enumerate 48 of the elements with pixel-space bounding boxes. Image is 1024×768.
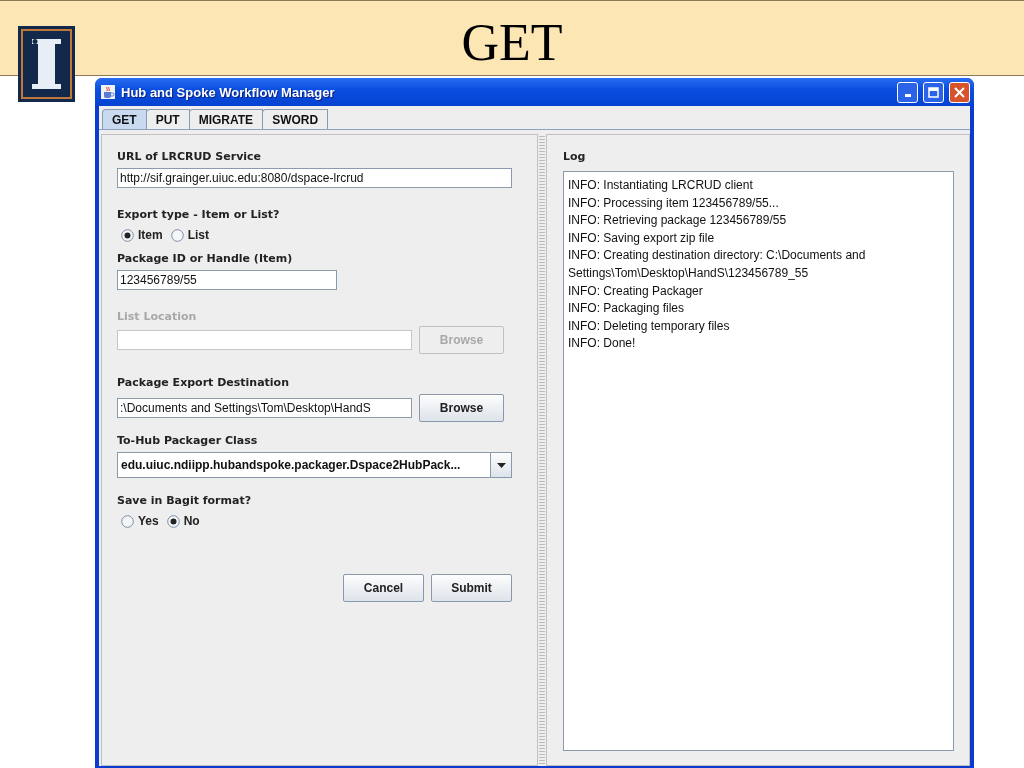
input-field[interactable]: http://sif.grainger.uiuc.edu:8080/dspace-lrcrud xyxy=(117,168,512,188)
maximize-icon xyxy=(928,86,939,98)
radio-option[interactable]: Item xyxy=(121,228,163,242)
log-label: Log xyxy=(563,150,587,164)
field-label: Save in Bagit format? xyxy=(117,494,253,508)
log-line: INFO: Done! xyxy=(568,335,636,353)
close-button[interactable] xyxy=(949,81,970,103)
browse-button[interactable]: Browse xyxy=(419,394,504,422)
field-label: List Location xyxy=(117,310,198,324)
coffee-cup-icon xyxy=(100,84,116,100)
tab[interactable]: SWORD xyxy=(262,109,329,129)
radio-label: Yes xyxy=(138,514,159,528)
dropdown[interactable]: edu.uiuc.ndiipp.hubandspoke.packager.Dspace2HubPack... xyxy=(117,452,512,478)
minimize-icon xyxy=(904,93,911,97)
slide-title: GET xyxy=(460,14,564,71)
close-icon xyxy=(954,86,965,98)
radio-label: Item xyxy=(138,228,163,242)
field-label: Export type - Item or List? xyxy=(117,208,281,222)
radio-label: List xyxy=(187,228,210,242)
tab[interactable]: GET xyxy=(102,109,147,129)
field-label: URL of LRCRUD Service xyxy=(117,150,263,164)
log-line: INFO: Creating destination directory: C:\Documents and Settings\Tom\Desktop\HandS\123456789_55 xyxy=(568,247,867,282)
dialog-button[interactable]: Submit xyxy=(431,574,512,602)
dialog-button[interactable]: Cancel xyxy=(343,574,424,602)
log-line: INFO: Retrieving package 123456789/55 xyxy=(568,212,787,230)
log-line: INFO: Creating Packager xyxy=(568,282,703,300)
maximize-button[interactable] xyxy=(923,81,944,103)
log-line: INFO: Processing item 123456789/55... xyxy=(568,194,779,212)
radio-button[interactable] xyxy=(121,228,134,242)
log-line: INFO: Saving export zip file xyxy=(568,229,715,247)
field-label: Package ID or Handle (Item) xyxy=(117,252,294,266)
radio-button[interactable] xyxy=(166,514,180,528)
log-line: INFO: Instantiating LRCRUD client xyxy=(568,177,753,194)
radio-button[interactable] xyxy=(121,514,134,528)
radio-button[interactable] xyxy=(170,228,184,242)
field-label: To-Hub Packager Class xyxy=(117,434,259,448)
radio-option[interactable]: No xyxy=(166,514,200,528)
minimize-button[interactable] xyxy=(897,81,918,103)
input-field[interactable]: 123456789/55 xyxy=(117,270,337,290)
field-label: Package Export Destination xyxy=(117,376,290,390)
radio-option[interactable]: Yes xyxy=(121,514,159,528)
column-logo-icon xyxy=(18,26,75,102)
radio-option[interactable]: List xyxy=(170,228,210,242)
input-field[interactable]: :\Documents and Settings\Tom\Desktop\HandS xyxy=(117,398,412,418)
log-line: INFO: Packaging files xyxy=(568,300,685,318)
log-line: INFO: Deleting temporary files xyxy=(568,317,730,335)
radio-label: No xyxy=(183,514,200,528)
window-title: Hub and Spoke Workflow Manager xyxy=(121,84,336,100)
